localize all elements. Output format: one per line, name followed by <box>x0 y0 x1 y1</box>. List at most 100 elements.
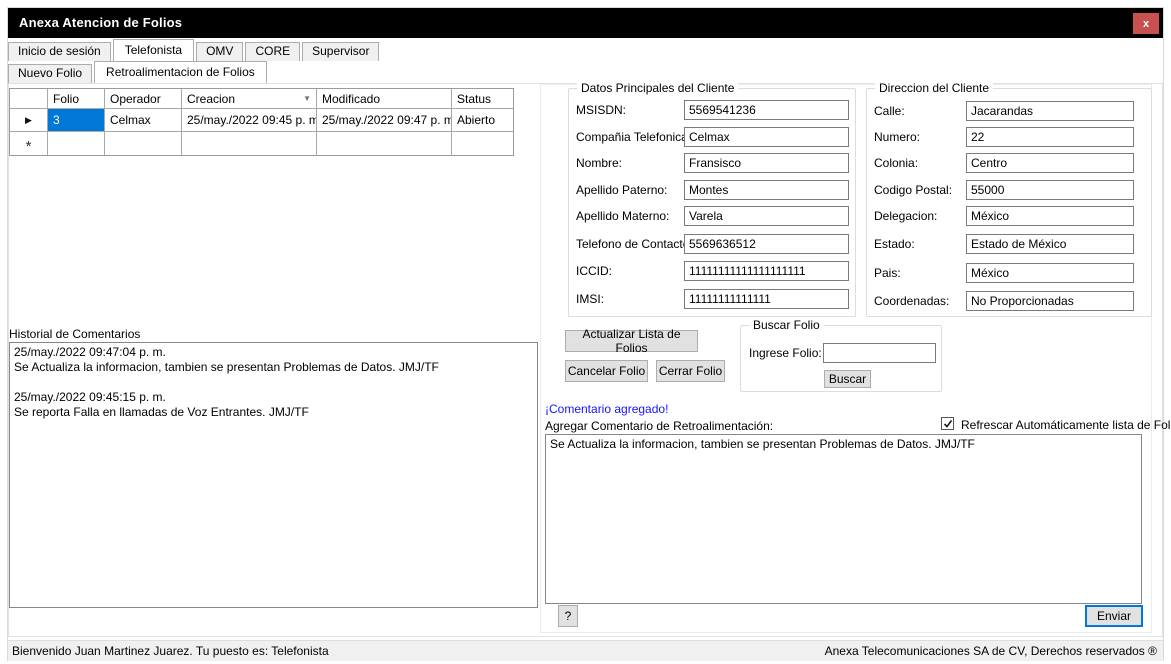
cell-creacion-empty[interactable] <box>182 132 317 155</box>
title-bar[interactable]: Anexa Atencion de Folios x <box>8 8 1163 38</box>
groupbox-title: Direccion del Cliente <box>875 81 993 95</box>
cell-operador[interactable]: Celmax <box>105 109 182 132</box>
cell-folio[interactable]: 3 <box>48 109 105 132</box>
column-header-creacion[interactable]: Creacion ▼ <box>182 89 317 109</box>
cell-creacion[interactable]: 25/may./2022 09:45 p. m. <box>182 109 317 132</box>
tab-label: OMV <box>206 44 233 58</box>
application-window: Anexa Atencion de Folios x Inicio de ses… <box>0 0 1171 664</box>
column-label: Status <box>457 92 491 106</box>
column-label: Creacion <box>187 92 235 106</box>
pais-label: Pais: <box>874 266 901 280</box>
cell-status[interactable]: Abierto <box>452 109 513 132</box>
statusbar-copyright-text: Anexa Telecomunicaciones SA de CV, Derec… <box>825 641 1157 661</box>
coordenadas-label: Coordenadas: <box>874 294 949 308</box>
iccid-label: ICCID: <box>576 264 612 278</box>
tab-label: Inicio de sesión <box>18 44 101 58</box>
row-header-cell[interactable]: ▶ <box>10 109 48 132</box>
coordenadas-field[interactable] <box>966 291 1134 311</box>
colonia-label: Colonia: <box>874 156 918 170</box>
cell-operador-empty[interactable] <box>105 132 182 155</box>
cell-modificado[interactable]: 25/may./2022 09:47 p. m. <box>317 109 452 132</box>
column-header-modificado[interactable]: Modificado <box>317 89 452 109</box>
cell-value: 25/may./2022 09:47 p. m. <box>322 113 452 127</box>
ingrese-folio-input[interactable] <box>823 343 936 363</box>
msisdn-label: MSISDN: <box>576 103 626 117</box>
imsi-field[interactable] <box>684 289 849 309</box>
enviar-button[interactable]: Enviar <box>1085 605 1143 627</box>
tab-label: Retroalimentacion de Folios <box>106 65 255 79</box>
delegacion-field[interactable] <box>966 206 1134 226</box>
new-row-icon: * <box>26 143 32 151</box>
groupbox-title: Datos Principales del Cliente <box>577 81 738 95</box>
sub-tabstrip: Nuevo Folio Retroalimentacion de Folios <box>8 61 269 83</box>
msisdn-field[interactable] <box>684 100 849 120</box>
current-row-icon: ▶ <box>25 115 32 126</box>
cancelar-folio-button[interactable]: Cancelar Folio <box>565 360 648 382</box>
tab-label: Nuevo Folio <box>18 66 82 80</box>
column-header-folio[interactable]: Folio <box>48 89 105 109</box>
grid-header-row: Folio Operador Creacion ▼ Modificado Stat… <box>10 89 513 109</box>
column-header-status[interactable]: Status <box>452 89 513 109</box>
calle-label: Calle: <box>874 104 905 118</box>
cell-value: 3 <box>53 113 60 127</box>
numero-label: Numero: <box>874 130 920 144</box>
check-icon <box>943 419 953 429</box>
sort-descending-icon: ▼ <box>303 94 311 103</box>
tab-label: CORE <box>255 44 290 58</box>
tab-label: Supervisor <box>312 44 369 58</box>
tab-inicio-de-sesion[interactable]: Inicio de sesión <box>8 42 111 61</box>
comentario-textarea[interactable]: Se Actualiza la informacion, tambien se … <box>545 434 1142 604</box>
help-button[interactable]: ? <box>558 605 578 627</box>
colonia-field[interactable] <box>966 153 1134 173</box>
tab-supervisor[interactable]: Supervisor <box>302 42 379 61</box>
table-row: ▶ 3 Celmax 25/may./2022 09:45 p. m. 25/m… <box>10 109 513 132</box>
tab-core[interactable]: CORE <box>245 42 300 61</box>
estado-field[interactable] <box>966 234 1134 254</box>
column-label: Operador <box>110 92 161 106</box>
refrescar-checkbox-label[interactable]: Refrescar Automáticamente lista de Folio… <box>961 418 1171 432</box>
telefono-contacto-field[interactable] <box>684 234 849 254</box>
historial-label: Historial de Comentarios <box>9 327 140 341</box>
cell-folio-empty[interactable] <box>48 132 105 155</box>
subtab-nuevo-folio[interactable]: Nuevo Folio <box>8 64 92 83</box>
cell-value: Celmax <box>110 113 151 127</box>
datos-cliente-groupbox: Datos Principales del Cliente MSISDN: Co… <box>568 88 856 317</box>
compania-label: Compañia Telefonica: <box>576 130 691 144</box>
nombre-label: Nombre: <box>576 156 622 170</box>
window-title: Anexa Atencion de Folios <box>19 8 182 38</box>
pais-field[interactable] <box>966 263 1134 283</box>
status-bar: Bienvenido Juan Martinez Juarez. Tu pues… <box>8 640 1163 661</box>
codigo-postal-label: Codigo Postal: <box>874 183 952 197</box>
calle-field[interactable] <box>966 101 1134 121</box>
cell-value: 25/may./2022 09:45 p. m. <box>187 113 317 127</box>
actualizar-lista-button[interactable]: Actualizar Lista de Folios <box>565 330 698 352</box>
groupbox-title: Buscar Folio <box>749 318 824 332</box>
cell-modificado-empty[interactable] <box>317 132 452 155</box>
compania-field[interactable] <box>684 127 849 147</box>
statusbar-welcome-text: Bienvenido Juan Martinez Juarez. Tu pues… <box>12 641 329 661</box>
comentario-status-message: ¡Comentario agregado! <box>545 402 668 416</box>
buscar-button[interactable]: Buscar <box>824 370 871 388</box>
column-header-operador[interactable]: Operador <box>105 89 182 109</box>
apellido-paterno-field[interactable] <box>684 180 849 200</box>
subtab-retroalimentacion-de-folios[interactable]: Retroalimentacion de Folios <box>94 61 267 83</box>
refrescar-checkbox[interactable] <box>941 417 954 430</box>
iccid-field[interactable] <box>684 261 849 281</box>
apellido-materno-field[interactable] <box>684 206 849 226</box>
row-header-cell[interactable]: * <box>10 132 48 155</box>
tab-omv[interactable]: OMV <box>196 42 243 61</box>
nombre-field[interactable] <box>684 153 849 173</box>
column-label: Modificado <box>322 92 380 106</box>
cerrar-folio-button[interactable]: Cerrar Folio <box>656 360 725 382</box>
close-icon: x <box>1143 18 1149 30</box>
numero-field[interactable] <box>966 127 1134 147</box>
cell-status-empty[interactable] <box>452 132 513 155</box>
apellido-paterno-label: Apellido Paterno: <box>576 183 667 197</box>
historial-box[interactable]: 25/may./2022 09:47:04 p. m. Se Actualiza… <box>9 342 538 608</box>
codigo-postal-field[interactable] <box>966 180 1134 200</box>
grid-corner-cell[interactable] <box>10 89 48 109</box>
main-tabstrip: Inicio de sesión Telefonista OMV CORE Su… <box>8 39 381 61</box>
telefono-contacto-label: Telefono de Contacto: <box>576 237 693 251</box>
tab-telefonista[interactable]: Telefonista <box>113 39 194 61</box>
close-button[interactable]: x <box>1133 13 1159 34</box>
